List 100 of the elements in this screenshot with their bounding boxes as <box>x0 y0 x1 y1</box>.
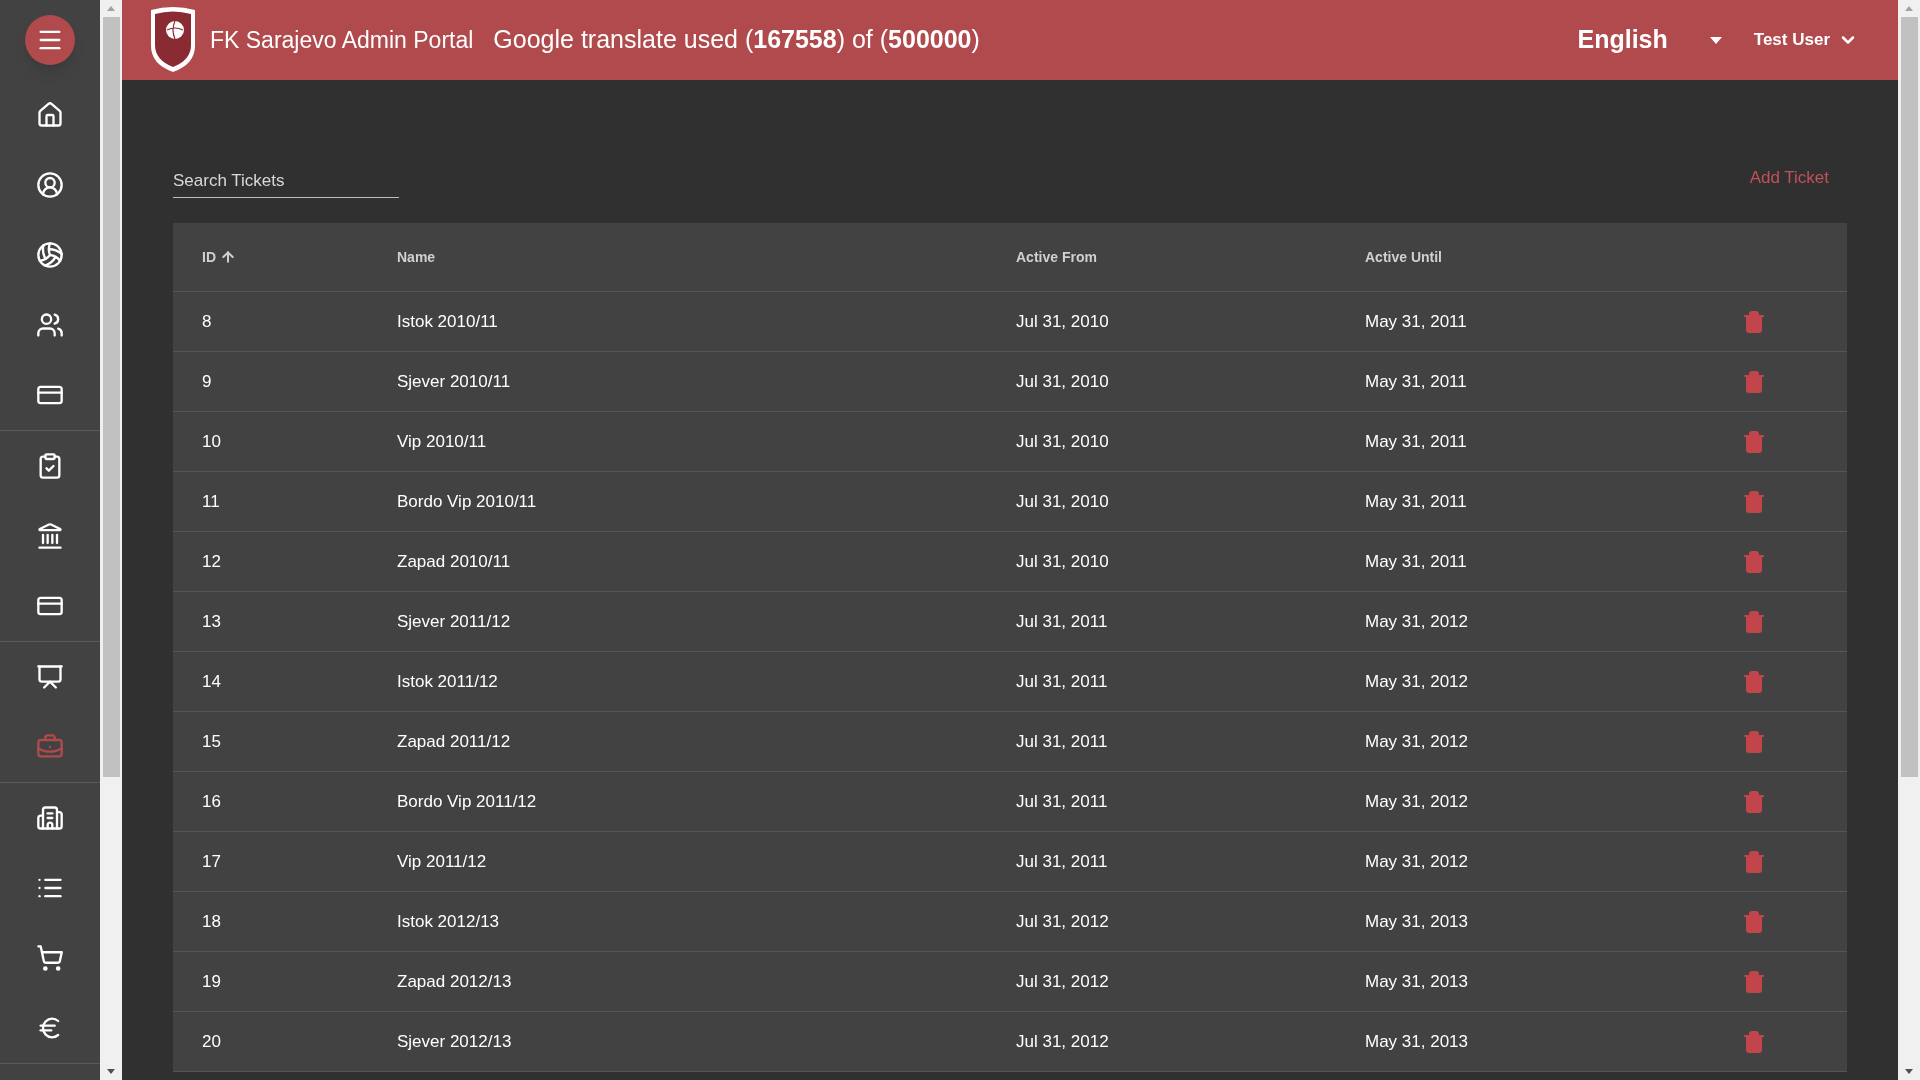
sort-arrow-icon[interactable] <box>220 249 236 265</box>
table-cell: Zapad 2011/12 <box>397 731 511 751</box>
ball-icon <box>36 241 64 269</box>
building-icon <box>36 804 64 832</box>
table-cell: 12 <box>202 551 221 571</box>
table-cell: May 31, 2013 <box>1365 971 1468 991</box>
table-cell: Istok 2010/11 <box>397 311 498 331</box>
table-cell: Sjever 2010/11 <box>397 371 511 391</box>
table-cell: 19 <box>202 971 221 991</box>
table-cell: Sjever 2012/13 <box>397 1031 512 1051</box>
club-crest-logo <box>148 6 198 74</box>
trash-icon <box>1742 369 1766 394</box>
delete-button[interactable] <box>1742 969 1766 994</box>
table-cell: Istok 2011/12 <box>397 671 498 691</box>
briefcase-icon <box>36 733 64 761</box>
table-cell: 15 <box>202 731 221 751</box>
trash-icon <box>1742 429 1766 454</box>
delete-button[interactable] <box>1742 369 1766 394</box>
table-cell: Jul 31, 2010 <box>1016 311 1109 331</box>
table-cell: May 31, 2011 <box>1365 551 1467 571</box>
table-cell: May 31, 2011 <box>1365 311 1467 331</box>
table-cell: May 31, 2012 <box>1365 611 1468 631</box>
delete-button[interactable] <box>1742 429 1766 454</box>
language-select[interactable]: English <box>1577 21 1722 59</box>
table-cell: 11 <box>202 491 220 511</box>
user-menu[interactable]: Test User <box>1753 27 1858 53</box>
table-cell: 13 <box>202 611 221 631</box>
certificate-icon <box>36 663 64 691</box>
delete-button[interactable] <box>1742 789 1766 814</box>
trash-icon <box>1742 849 1766 874</box>
delete-button[interactable] <box>1742 549 1766 574</box>
delete-button[interactable] <box>1742 489 1766 514</box>
menu-button[interactable] <box>25 15 75 65</box>
table-cell: 9 <box>202 371 212 391</box>
scrollbar[interactable] <box>1898 0 1920 1080</box>
table-cell: May 31, 2012 <box>1365 791 1468 811</box>
table-cell: May 31, 2013 <box>1365 1031 1468 1051</box>
table-cell: Jul 31, 2010 <box>1016 551 1109 571</box>
table-cell: Jul 31, 2010 <box>1016 491 1109 511</box>
delete-button[interactable] <box>1742 609 1766 634</box>
table-cell: Jul 31, 2010 <box>1016 431 1109 451</box>
trash-icon <box>1742 729 1766 754</box>
translate-usage-text: Google translate used (167558) of (500000) <box>493 24 980 56</box>
search-field[interactable]: Search Tickets <box>173 167 399 198</box>
delete-button[interactable] <box>1742 729 1766 754</box>
table-cell: Jul 31, 2010 <box>1016 371 1109 391</box>
table-cell: May 31, 2013 <box>1365 911 1468 931</box>
table-cell: 17 <box>202 851 221 871</box>
trash-icon <box>1742 309 1766 334</box>
table-cell: Jul 31, 2012 <box>1016 911 1109 931</box>
table-cell: 16 <box>202 791 221 811</box>
table-cell: Vip 2011/12 <box>397 851 487 871</box>
cart-icon <box>36 944 64 972</box>
column-header[interactable]: ID <box>202 246 216 268</box>
trash-icon <box>1742 609 1766 634</box>
table-cell: May 31, 2012 <box>1365 671 1468 691</box>
delete-button[interactable] <box>1742 909 1766 934</box>
table-cell: Zapad 2010/11 <box>397 551 511 571</box>
trash-icon <box>1742 489 1766 514</box>
table-cell: May 31, 2011 <box>1365 491 1467 511</box>
table-cell: May 31, 2011 <box>1365 371 1467 391</box>
table-cell: 14 <box>202 671 221 691</box>
scrollbar[interactable] <box>100 0 122 1080</box>
table-cell: Vip 2010/11 <box>397 431 487 451</box>
table-cell: Jul 31, 2011 <box>1016 731 1108 751</box>
delete-button[interactable] <box>1742 309 1766 334</box>
table-cell: Jul 31, 2011 <box>1016 851 1108 871</box>
dropdown-caret-icon <box>1709 36 1722 44</box>
table-cell: Jul 31, 2011 <box>1016 671 1108 691</box>
table-cell: Jul 31, 2011 <box>1016 611 1108 631</box>
table-cell: May 31, 2011 <box>1365 431 1467 451</box>
home-icon <box>36 101 64 129</box>
table-cell: Bordo Vip 2011/12 <box>397 791 537 811</box>
table-cell: Sjever 2011/12 <box>397 611 511 631</box>
people-icon <box>36 311 64 339</box>
portal-title: FK Sarajevo Admin Portal <box>210 25 474 55</box>
column-header[interactable]: Active Until <box>1365 246 1442 268</box>
trash-icon <box>1742 669 1766 694</box>
table-cell: May 31, 2012 <box>1365 731 1468 751</box>
trash-icon <box>1742 969 1766 994</box>
table-cell: Istok 2012/13 <box>397 911 500 931</box>
table-cell: Jul 31, 2012 <box>1016 1031 1109 1051</box>
table-cell: 8 <box>202 311 212 331</box>
delete-button[interactable] <box>1742 1029 1766 1054</box>
trash-icon <box>1742 909 1766 934</box>
table-cell: 18 <box>202 911 221 931</box>
column-header[interactable]: Active From <box>1016 246 1097 268</box>
column-header[interactable]: Name <box>397 246 436 268</box>
trash-icon <box>1742 549 1766 574</box>
delete-button[interactable] <box>1742 669 1766 694</box>
table-cell: Bordo Vip 2010/11 <box>397 491 537 511</box>
trash-icon <box>1742 1029 1766 1054</box>
table-cell: 20 <box>202 1031 221 1051</box>
table-cell: Zapad 2012/13 <box>397 971 512 991</box>
table-cell: May 31, 2012 <box>1365 851 1468 871</box>
user-circle-icon <box>36 171 64 199</box>
delete-button[interactable] <box>1742 849 1766 874</box>
table-cell: Jul 31, 2012 <box>1016 971 1109 991</box>
bank-icon <box>36 522 64 550</box>
table-cell: Jul 31, 2011 <box>1016 791 1108 811</box>
